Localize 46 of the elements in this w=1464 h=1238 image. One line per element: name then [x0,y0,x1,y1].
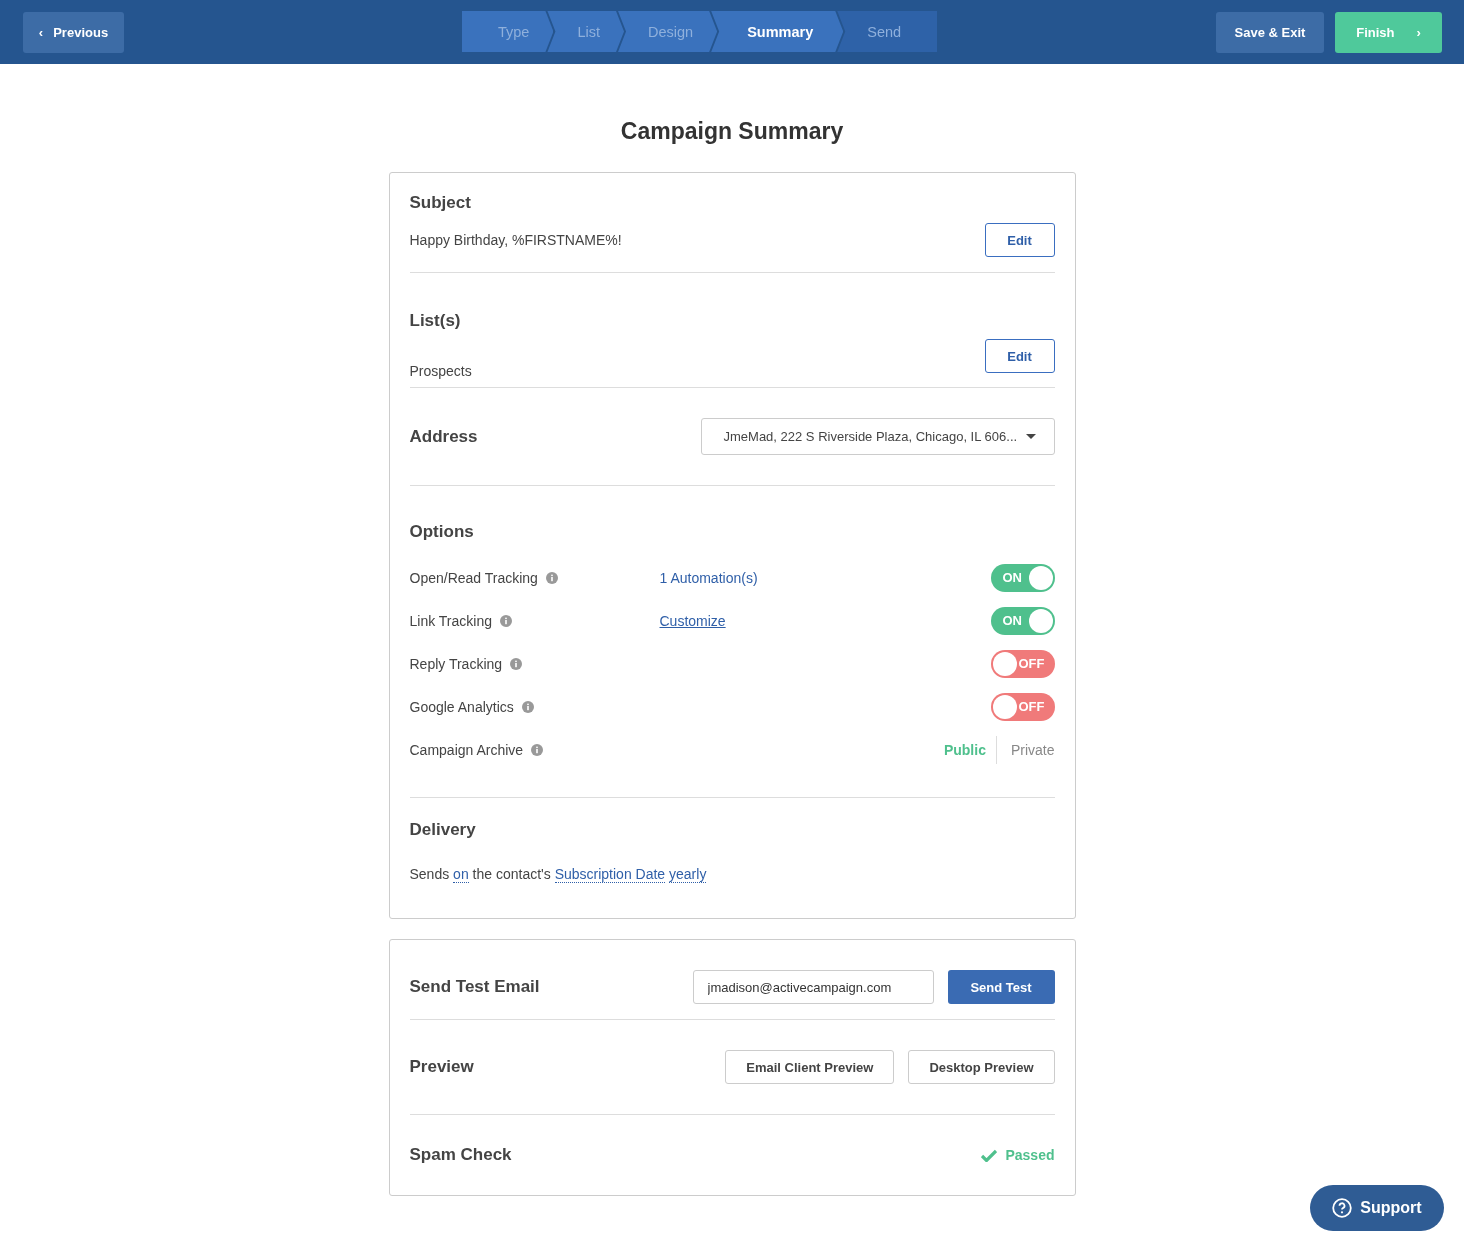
info-icon [531,743,544,756]
preview-button[interactable]: Email Client Preview [725,1050,895,1084]
address-dropdown[interactable]: JmeMad, 222 S Riverside Plaza, Chicago, IL 606... [700,418,1055,455]
section-heading: Subject [409,193,472,213]
edit-button[interactable]: Edit [984,339,1055,373]
info-icon [510,657,523,670]
section-heading: Delivery [409,820,477,840]
page-title: Campaign Summary [619,118,845,145]
edit-button[interactable]: Edit [984,223,1055,257]
subject-text: Happy Birthday, %FIRSTNAME%! [409,232,622,248]
step-tab[interactable]: Send [837,11,938,52]
toggle-switch[interactable]: OFF [990,649,1055,678]
option-link[interactable]: 1 Automation(s) [659,569,758,586]
step-tab[interactable]: Summary [711,11,844,52]
option-label: Google Analytics [409,698,514,715]
toggle-switch[interactable]: OFF [990,692,1055,721]
status-text: Passed [1005,1147,1055,1163]
check-icon [981,1148,998,1162]
option-label: Reply Tracking [409,655,503,672]
section-heading: Send Test Email [409,977,540,997]
delivery-sentence: Sends on the contact's Subscription Date yearly [409,866,708,882]
delivery-link[interactable]: yearly [669,866,707,883]
section-heading: Spam Check [409,1145,512,1165]
option-label: Campaign Archive [409,741,524,758]
option-label: Link Tracking [409,612,492,629]
send-test-button[interactable]: Send Test [947,970,1055,1004]
help-icon [1332,1198,1353,1218]
option-link[interactable]: Customize [659,612,726,629]
support-button[interactable]: Support [1310,1185,1444,1231]
email-input[interactable]: jmadison@activecampaign.com [692,970,934,1004]
info-icon [500,614,512,627]
preview-button[interactable]: Desktop Preview [908,1050,1055,1084]
archive-option[interactable]: Private [996,735,1055,764]
save-exit-button[interactable]: Save & Exit [1216,11,1324,53]
delivery-link[interactable]: on [453,866,469,883]
section-heading: Address [409,426,478,447]
info-icon [545,571,558,584]
section-heading: Preview [409,1057,474,1077]
section-heading: Options [409,522,475,542]
delivery-link[interactable]: Subscription Date [554,866,666,883]
info-icon [521,700,534,713]
option-label: Open/Read Tracking [409,569,538,586]
previous-button[interactable]: ‹ Previous [23,11,124,53]
list-name: Prospects [409,363,472,379]
section-heading: List(s) [409,311,462,331]
caret-icon [1025,434,1036,439]
